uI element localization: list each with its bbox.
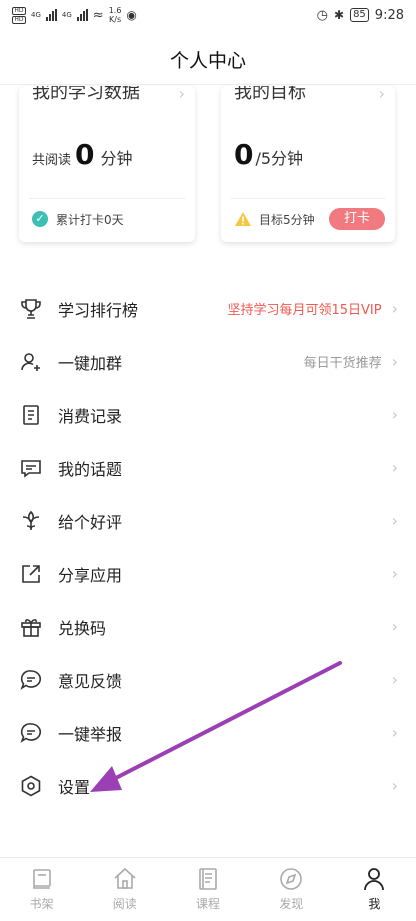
nav-label: 书架 bbox=[29, 897, 54, 911]
chevron-right-icon: › bbox=[378, 86, 385, 103]
wifi-icon: ≈ bbox=[92, 7, 104, 23]
read-total-value: 0 bbox=[75, 138, 95, 171]
menu-label: 给个好评 bbox=[58, 512, 123, 532]
settings-icon bbox=[18, 773, 44, 799]
nav-label: 发现 bbox=[279, 897, 304, 911]
menu-label: 学习排行榜 bbox=[58, 300, 139, 320]
menu-item-settings[interactable]: 设置 › bbox=[0, 759, 416, 812]
status-bar: HD HD 4G 4G ≈ 1.6 K/s ◉ ◷ ✱ 85 9:28 bbox=[0, 0, 416, 30]
chevron-right-icon: › bbox=[391, 299, 398, 318]
menu-item-feedback[interactable]: 意见反馈 › bbox=[0, 653, 416, 706]
chevron-right-icon: › bbox=[178, 86, 185, 103]
add-group-icon bbox=[18, 349, 44, 375]
menu-item-redeem-code[interactable]: 兑换码 › bbox=[0, 600, 416, 653]
bottom-nav: 书架 阅读 课程 发现 我 bbox=[0, 857, 416, 921]
page-title: 个人中心 bbox=[169, 50, 246, 72]
nav-label: 课程 bbox=[196, 897, 221, 911]
nav-bookshelf[interactable]: 书架 bbox=[0, 858, 83, 921]
receipt-icon bbox=[18, 402, 44, 428]
menu-label: 我的话题 bbox=[58, 459, 123, 479]
share-icon bbox=[18, 561, 44, 587]
chevron-right-icon: › bbox=[391, 405, 398, 424]
learning-data-title: 我的学习数据 bbox=[32, 86, 140, 103]
chevron-right-icon: › bbox=[391, 723, 398, 742]
read-total-unit: 分钟 bbox=[100, 149, 133, 168]
menu-label: 消费记录 bbox=[58, 406, 123, 426]
card-divider bbox=[231, 198, 385, 199]
menu-label: 一键举报 bbox=[58, 724, 123, 744]
menu-item-purchase-history[interactable]: 消费记录 › bbox=[0, 388, 416, 441]
menu-item-my-topics[interactable]: 我的话题 › bbox=[0, 441, 416, 494]
signal-icon bbox=[45, 9, 57, 21]
report-icon bbox=[18, 720, 44, 746]
goal-card[interactable]: 我的目标 › 0 /5分钟 目标5分钟 打卡 bbox=[221, 86, 395, 242]
read-total-prefix: 共阅读 bbox=[32, 153, 72, 168]
menu-item-rate-app[interactable]: 给个好评 › bbox=[0, 494, 416, 547]
chat-icon bbox=[18, 455, 44, 481]
signal-icon-2 bbox=[76, 9, 88, 21]
menu-item-report[interactable]: 一键举报 › bbox=[0, 706, 416, 759]
learning-data-card[interactable]: 我的学习数据 › 共阅读 0 分钟 ✓ 累计打卡0天 bbox=[19, 86, 195, 242]
profile-icon bbox=[364, 868, 385, 891]
warning-icon bbox=[235, 212, 251, 226]
network-type-2: 4G bbox=[61, 11, 72, 19]
goal-title: 我的目标 bbox=[234, 86, 306, 103]
chevron-right-icon: › bbox=[391, 776, 398, 795]
nav-label: 阅读 bbox=[112, 897, 137, 911]
nav-reading[interactable]: 阅读 bbox=[83, 858, 166, 921]
nav-discover[interactable]: 发现 bbox=[250, 858, 333, 921]
punch-in-button[interactable]: 打卡 bbox=[328, 208, 385, 230]
goal-progress-value: 0 bbox=[234, 138, 254, 171]
vip-promo-text: 坚持学习每月可领15日VIP bbox=[227, 303, 382, 318]
goal-target: 目标5分钟 bbox=[259, 212, 315, 227]
header-divider bbox=[0, 84, 416, 85]
bluetooth-icon: ✱ bbox=[334, 8, 345, 22]
menu-label: 兑换码 bbox=[58, 618, 107, 638]
menu-item-leaderboard[interactable]: 学习排行榜 坚持学习每月可领15日VIP › bbox=[0, 282, 416, 335]
goal-progress-unit: /5分钟 bbox=[255, 149, 304, 168]
discover-icon bbox=[280, 868, 303, 890]
alarm-icon: ◷ bbox=[316, 7, 328, 23]
nav-me[interactable]: 我 bbox=[333, 858, 416, 921]
chevron-right-icon: › bbox=[391, 511, 398, 530]
checkin-days: 累计打卡0天 bbox=[56, 212, 124, 227]
flower-icon bbox=[18, 508, 44, 534]
menu-label: 一键加群 bbox=[58, 353, 123, 373]
bookshelf-icon bbox=[32, 869, 51, 889]
chevron-right-icon: › bbox=[391, 352, 398, 371]
menu-list: 学习排行榜 坚持学习每月可领15日VIP › 一键加群 每日干货推荐 › 消费记… bbox=[0, 282, 416, 812]
group-promo-text: 每日干货推荐 bbox=[303, 356, 382, 371]
hd-icon: HD HD bbox=[12, 6, 26, 24]
chevron-right-icon: › bbox=[391, 617, 398, 636]
trophy-icon bbox=[18, 296, 44, 322]
card-divider bbox=[29, 198, 185, 199]
feedback-icon bbox=[18, 667, 44, 693]
chevron-right-icon: › bbox=[391, 564, 398, 583]
menu-item-join-group[interactable]: 一键加群 每日干货推荐 › bbox=[0, 335, 416, 388]
check-icon: ✓ bbox=[32, 211, 48, 227]
nav-label: 我 bbox=[368, 897, 381, 911]
clock: 9:28 bbox=[374, 7, 404, 23]
chevron-right-icon: › bbox=[391, 458, 398, 477]
nav-courses[interactable]: 课程 bbox=[166, 858, 249, 921]
app-notification-icon: ◉ bbox=[126, 8, 137, 22]
chevron-right-icon: › bbox=[391, 670, 398, 689]
course-icon bbox=[199, 868, 217, 890]
home-icon bbox=[114, 867, 136, 889]
menu-label: 分享应用 bbox=[58, 565, 123, 585]
menu-label: 意见反馈 bbox=[58, 671, 123, 691]
network-speed: 1.6 K/s bbox=[108, 6, 122, 24]
battery-icon: 85 bbox=[350, 8, 369, 22]
gift-icon bbox=[18, 614, 44, 640]
menu-item-share-app[interactable]: 分享应用 › bbox=[0, 547, 416, 600]
menu-label: 设置 bbox=[58, 777, 91, 797]
network-type: 4G bbox=[31, 11, 41, 19]
